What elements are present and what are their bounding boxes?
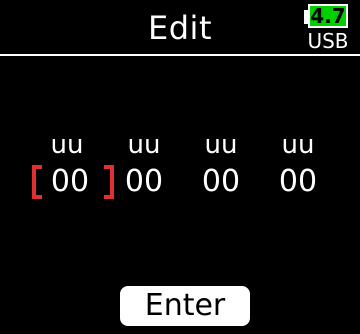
selection-bracket-right	[100, 165, 114, 199]
header-divider	[0, 54, 360, 56]
unit-label: uu	[281, 130, 315, 160]
value-field-2[interactable]: 00	[114, 162, 174, 202]
value-row: 00 00 00 00	[0, 162, 360, 202]
unit-label: uu	[50, 130, 84, 160]
value-field-1[interactable]: 00	[40, 162, 100, 202]
unit-label: uu	[127, 130, 161, 160]
battery-indicator: 4.7 USB	[304, 4, 352, 56]
value-field-3[interactable]: 00	[191, 162, 251, 202]
unit-label: uu	[204, 130, 238, 160]
value-field-4[interactable]: 00	[268, 162, 328, 202]
battery-level: 4.7	[308, 4, 348, 28]
selection-bracket-left	[32, 165, 46, 199]
power-source-label: USB	[307, 29, 349, 53]
enter-button[interactable]: Enter	[120, 286, 250, 326]
unit-row: uu uu uu uu	[0, 130, 360, 160]
